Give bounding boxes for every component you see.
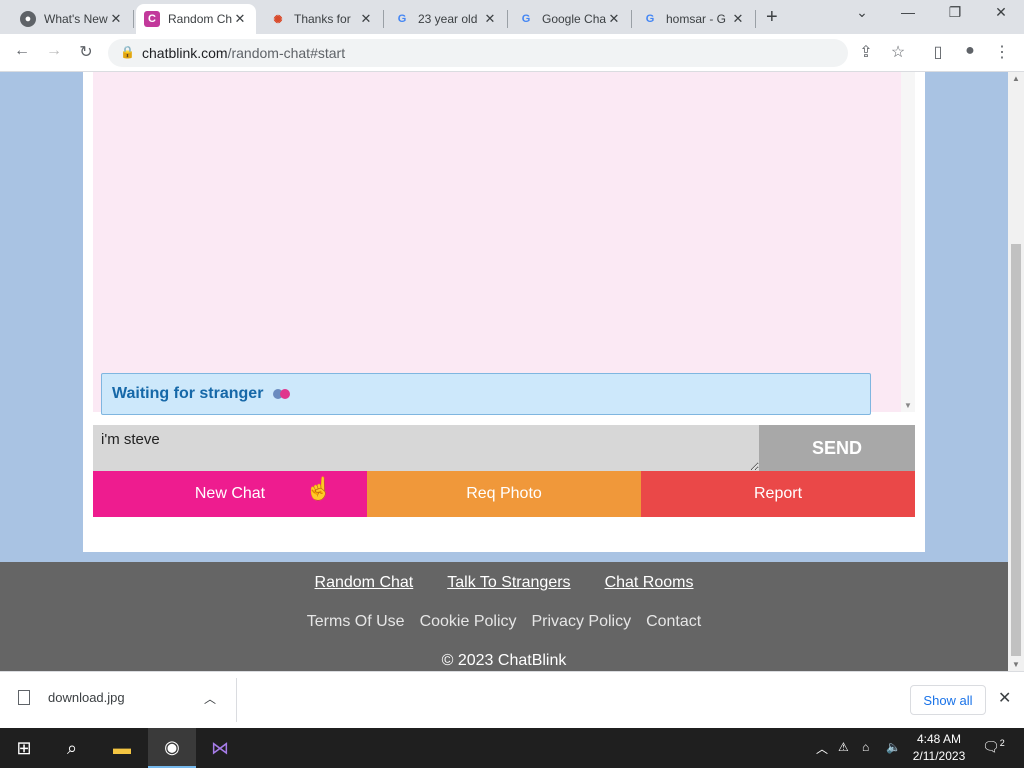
tab-random-chat[interactable]: C Random Chat ✕ [136, 4, 256, 34]
status-banner: Waiting for stranger [101, 373, 871, 415]
show-all-button[interactable]: Show all [910, 685, 986, 715]
page-scrollbar[interactable]: ▲ ▼ [1008, 72, 1024, 671]
action-buttons: New Chat Req Photo Report [93, 471, 915, 517]
hand-cursor-icon: ☝ [305, 476, 333, 501]
tab-title: homsar - G [666, 12, 727, 26]
download-item[interactable]: download.jpg [18, 690, 125, 705]
send-button[interactable]: SEND [759, 425, 915, 471]
footer-link-chat-rooms[interactable]: Chat Rooms [605, 574, 694, 592]
tab-google-chat[interactable]: G Google Chat ✕ [510, 4, 630, 34]
tab-title: Random Chat [168, 12, 232, 26]
tab-thanks[interactable]: ✺ Thanks for ✕ [262, 4, 382, 34]
network-alert-icon[interactable]: ⚠ [838, 740, 849, 754]
scroll-down-icon[interactable]: ▼ [904, 401, 912, 410]
browser-toolbar: ← → ↻ 🔒 chatblink.com/random-chat#start … [0, 34, 1024, 72]
google-icon: G [645, 13, 655, 25]
footer-link-contact[interactable]: Contact [646, 613, 701, 631]
restore-icon[interactable]: ❐ [943, 4, 967, 21]
close-tab-icon[interactable]: ✕ [358, 11, 374, 27]
window-close-icon[interactable]: ✕ [989, 4, 1013, 21]
clock-time: 4:48 AM [916, 732, 962, 746]
close-tab-icon[interactable]: ✕ [730, 11, 746, 27]
thanks-site-icon: ✺ [273, 13, 283, 26]
download-shelf: download.jpg ︿ Show all ✕ [0, 671, 1024, 728]
footer-link-cookie-policy[interactable]: Cookie Policy [420, 613, 517, 631]
file-icon [18, 690, 30, 705]
tab-search-chevron-icon[interactable]: ⌄ [850, 4, 874, 21]
scroll-up-icon[interactable]: ▲ [1012, 74, 1020, 83]
chrome-icon: ● [20, 11, 36, 27]
volume-icon[interactable]: 🔈 [886, 740, 901, 754]
site-footer: Random Chat Talk To Strangers Chat Rooms… [0, 562, 1008, 671]
tray-chevron-icon[interactable]: ︿ [816, 740, 828, 757]
tab-title: Thanks for [294, 12, 351, 26]
clock-date: 2/11/2023 [912, 749, 966, 763]
tab-title: Google Chat [542, 12, 606, 26]
scrollbar-thumb[interactable] [1011, 244, 1021, 656]
footer-link-terms[interactable]: Terms Of Use [307, 613, 405, 631]
close-tab-icon[interactable]: ✕ [232, 11, 248, 27]
address-bar[interactable]: 🔒 chatblink.com/random-chat#start [108, 39, 848, 67]
tab-homsar[interactable]: G homsar - G ✕ [634, 4, 754, 34]
close-shelf-icon[interactable]: ✕ [998, 688, 1011, 708]
chat-scrollbar[interactable]: ▼ [901, 72, 915, 412]
tab-23-year-old[interactable]: G 23 year old ✕ [386, 4, 506, 34]
report-button[interactable]: Report [641, 471, 915, 517]
footer-link-random-chat[interactable]: Random Chat [315, 574, 414, 592]
chrome-taskbar-icon[interactable]: ◉ [148, 728, 196, 768]
taskbar: ⊞ ⌕ ▬ ◉ ⋈ ︿ ⚠ ⌂ 🔈 4:48 AM 2/11/2023 🗨2 [0, 728, 1024, 768]
url-text: chatblink.com/random-chat#start [142, 45, 346, 61]
chat-card: ▼ Waiting for stranger SEND New Chat Req… [83, 72, 925, 552]
profile-icon[interactable]: ● [960, 42, 980, 60]
footer-link-talk-to-strangers[interactable]: Talk To Strangers [447, 574, 570, 592]
back-icon[interactable]: ← [12, 42, 32, 60]
tab-strip: ● What's New ✕ C Random Chat ✕ ✺ Thanks … [0, 0, 1024, 34]
side-panel-icon[interactable]: ▯ [928, 42, 948, 62]
tab-title: What's New [44, 12, 108, 26]
clock[interactable]: 4:48 AM 2/11/2023 [912, 731, 966, 765]
bookmark-star-icon[interactable]: ☆ [888, 42, 908, 62]
new-tab-icon[interactable]: + [766, 6, 778, 29]
req-photo-button[interactable]: Req Photo [367, 471, 641, 517]
notifications-icon[interactable]: 🗨2 [982, 738, 1005, 756]
close-tab-icon[interactable]: ✕ [482, 11, 498, 27]
message-input[interactable] [93, 425, 759, 471]
message-row: SEND [93, 425, 915, 471]
reload-icon[interactable]: ↻ [76, 42, 96, 62]
search-icon[interactable]: ⌕ [48, 728, 96, 768]
scroll-down-icon[interactable]: ▼ [1012, 660, 1020, 669]
status-text: Waiting for stranger [112, 385, 264, 402]
close-tab-icon[interactable]: ✕ [606, 11, 622, 27]
menu-kebab-icon[interactable]: ⋮ [992, 42, 1012, 62]
google-icon: G [521, 13, 531, 25]
google-icon: G [397, 13, 407, 25]
chat-log [93, 72, 901, 412]
chevron-up-icon[interactable]: ︿ [204, 690, 216, 707]
file-explorer-icon[interactable]: ▬ [98, 728, 146, 768]
visual-studio-icon[interactable]: ⋈ [196, 728, 244, 768]
footer-link-privacy-policy[interactable]: Privacy Policy [532, 613, 632, 631]
network-icon[interactable]: ⌂ [862, 740, 869, 754]
windows-start-icon[interactable]: ⊞ [0, 728, 48, 768]
download-filename: download.jpg [48, 690, 125, 705]
tab-title: 23 year old [418, 12, 478, 26]
copyright-text: © 2023 ChatBlink [441, 652, 567, 669]
lock-icon: 🔒 [120, 45, 135, 59]
chatblink-icon: C [144, 11, 160, 27]
close-tab-icon[interactable]: ✕ [108, 11, 124, 27]
page-viewport: ▼ Waiting for stranger SEND New Chat Req… [0, 72, 1024, 671]
forward-icon[interactable]: → [44, 42, 64, 60]
share-icon[interactable]: ⇪ [856, 42, 876, 62]
typing-dots-icon [273, 389, 291, 399]
tab-whats-new[interactable]: ● What's New ✕ [12, 4, 132, 34]
minimize-icon[interactable]: — [896, 4, 920, 20]
